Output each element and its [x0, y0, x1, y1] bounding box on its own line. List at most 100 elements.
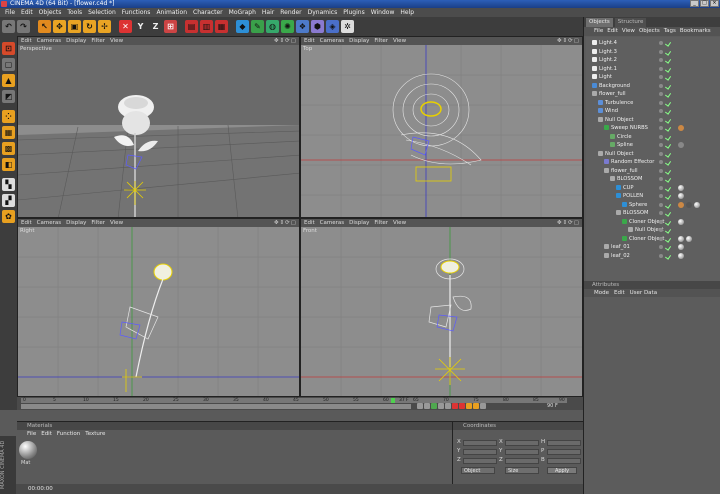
right-viewport[interactable]: Edit Cameras Display Filter View ✥⇕⟳▢ Ri… [17, 218, 300, 397]
nurbs-object-icon[interactable]: ◍ [266, 20, 279, 33]
make-editable-icon[interactable]: ⊡ [2, 42, 15, 55]
model-mode-icon[interactable]: ▢ [2, 58, 15, 71]
top-viewport[interactable]: Edit Cameras Display Filter View ✥⇕⟳▢ To… [300, 36, 583, 218]
attr-menu-mode[interactable]: Mode [594, 289, 609, 297]
enable-axis-icon[interactable]: ▚ [2, 178, 15, 191]
viewport-navigation-icon[interactable]: ✥⇕⟳▢ [274, 219, 297, 227]
vp-menu-cameras[interactable]: Cameras [37, 219, 61, 227]
points-mode-icon[interactable]: ⁘ [2, 110, 15, 123]
perspective-viewport[interactable]: Edit Cameras Display Filter View ✥⇕⟳▢ Pe… [17, 36, 300, 218]
rotation-b-field[interactable] [547, 458, 581, 464]
rotation-h-field[interactable] [547, 440, 581, 446]
timeline-playhead[interactable] [391, 398, 395, 403]
object-row[interactable]: Turbulence [586, 99, 720, 108]
object-row[interactable]: Light [586, 73, 720, 82]
vp-menu-edit[interactable]: Edit [21, 37, 32, 45]
menu-render[interactable]: Render [277, 8, 304, 17]
object-mode-icon[interactable]: ▲ [2, 74, 15, 87]
live-selection-icon[interactable]: ↖ [38, 20, 51, 33]
light-object-icon[interactable]: ✲ [341, 20, 354, 33]
object-row[interactable]: Light.4 [586, 39, 720, 48]
menu-animation[interactable]: Animation [153, 8, 190, 17]
deformer-icon[interactable]: ❖ [296, 20, 309, 33]
object-row[interactable]: flower_full [586, 90, 720, 99]
front-viewport[interactable]: Edit Cameras Display Filter View ✥⇕⟳▢ Fr… [300, 218, 583, 397]
object-row[interactable]: Sphere [586, 201, 720, 210]
end-frame[interactable]: 90 F [547, 403, 558, 409]
recent-tool-icon[interactable]: ✢ [98, 20, 111, 33]
om-menu-tags[interactable]: Tags [664, 27, 676, 36]
mat-menu-texture[interactable]: Texture [85, 430, 105, 438]
material-tag-icon[interactable] [678, 193, 684, 199]
menu-help[interactable]: Help [397, 8, 417, 17]
size-y-field[interactable] [505, 449, 539, 455]
material-tag-icon[interactable] [686, 235, 692, 242]
object-row[interactable]: BLOSSOM [586, 209, 720, 218]
material-tag-icon[interactable] [678, 218, 684, 225]
vp-menu-cameras[interactable]: Cameras [320, 37, 344, 45]
object-row[interactable]: Null Object [586, 116, 720, 125]
play-icon[interactable] [431, 403, 437, 409]
render-settings-icon[interactable]: ▦ [215, 20, 228, 33]
tab-objects[interactable]: Objects [586, 18, 613, 27]
array-object-icon[interactable]: ✺ [281, 20, 294, 33]
mat-menu-edit[interactable]: Edit [41, 430, 52, 438]
vp-menu-display[interactable]: Display [66, 219, 86, 227]
om-menu-view[interactable]: View [622, 27, 635, 36]
object-row[interactable]: Sweep NURBS [586, 124, 720, 133]
texture-mode-icon[interactable]: ◩ [2, 90, 15, 103]
material-tag-icon[interactable] [694, 201, 700, 208]
object-row[interactable]: CUP [586, 184, 720, 193]
vp-menu-filter[interactable]: Filter [374, 37, 388, 45]
menu-dynamics[interactable]: Dynamics [305, 8, 341, 17]
object-row[interactable]: leaf_02 [586, 252, 720, 261]
vp-menu-filter[interactable]: Filter [374, 219, 388, 227]
record-icon[interactable] [452, 403, 458, 409]
step-back-icon[interactable] [424, 403, 430, 409]
menu-plugins[interactable]: Plugins [340, 8, 368, 17]
rotation-p-field[interactable] [547, 449, 581, 455]
tab-structure[interactable]: Structure [614, 18, 647, 27]
object-row[interactable]: Light.3 [586, 48, 720, 57]
camera-object-icon[interactable]: ◈ [326, 20, 339, 33]
object-row[interactable]: Circle [586, 133, 720, 142]
edges-mode-icon[interactable]: ▦ [2, 126, 15, 139]
om-menu-bookmarks[interactable]: Bookmarks [680, 27, 711, 36]
vp-menu-view[interactable]: View [393, 37, 406, 45]
minimize-button[interactable]: _ [690, 0, 699, 7]
vp-menu-view[interactable]: View [110, 37, 123, 45]
position-y-field[interactable] [463, 449, 497, 455]
menu-functions[interactable]: Functions [119, 8, 154, 17]
polygons-mode-icon[interactable]: ▩ [2, 142, 15, 155]
attr-menu-user-data[interactable]: User Data [630, 289, 657, 297]
material-preview-sphere[interactable] [19, 441, 37, 459]
viewport-navigation-icon[interactable]: ✥⇕⟳▢ [557, 219, 580, 227]
object-row[interactable]: leaf_01 [586, 243, 720, 252]
object-row[interactable]: Wind [586, 107, 720, 116]
menu-selection[interactable]: Selection [85, 8, 119, 17]
object-row[interactable]: Random Effector [586, 158, 720, 167]
vp-menu-view[interactable]: View [110, 219, 123, 227]
menu-mograph[interactable]: MoGraph [226, 8, 259, 17]
x-axis-lock-icon[interactable]: ✕ [119, 20, 132, 33]
cube-object-icon[interactable]: ◆ [236, 20, 249, 33]
keyframe-selection-icon[interactable] [473, 403, 479, 409]
redo-icon[interactable]: ↷ [17, 20, 30, 33]
menu-character[interactable]: Character [190, 8, 226, 17]
tag-icon[interactable] [678, 201, 684, 208]
attr-menu-edit[interactable]: Edit [614, 289, 625, 297]
z-axis-lock-icon[interactable]: Z [149, 20, 162, 33]
menu-objects[interactable]: Objects [36, 8, 65, 17]
render-view-icon[interactable]: ▤ [185, 20, 198, 33]
object-row[interactable]: Null Object [586, 226, 720, 235]
coordinate-system-icon[interactable]: ⊞ [164, 20, 177, 33]
object-row[interactable]: BLOSSOM [586, 175, 720, 184]
size-z-field[interactable] [505, 458, 539, 464]
material-tag-icon[interactable] [678, 252, 684, 259]
viewport-navigation-icon[interactable]: ✥⇕⟳▢ [557, 37, 580, 45]
step-forward-icon[interactable] [438, 403, 444, 409]
position-x-field[interactable] [463, 440, 497, 446]
object-row[interactable]: Cloner Object [586, 218, 720, 227]
size-mode-select[interactable]: Size [505, 467, 539, 474]
vp-menu-display[interactable]: Display [349, 37, 369, 45]
